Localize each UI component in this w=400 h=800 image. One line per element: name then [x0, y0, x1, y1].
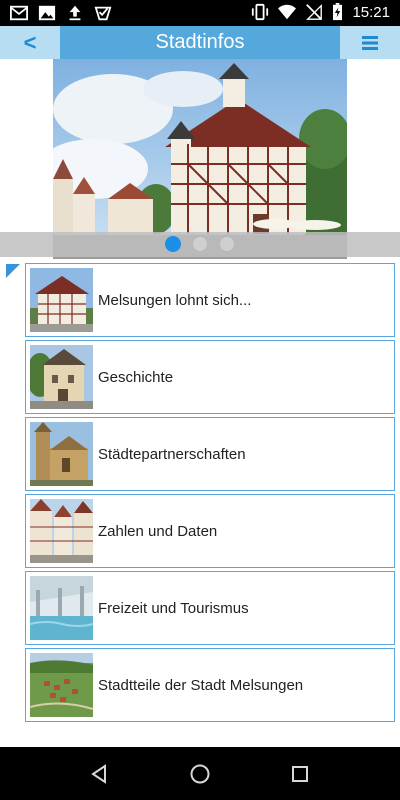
pool-thumbnail — [30, 576, 93, 640]
status-bar: 15:21 — [0, 0, 400, 26]
slider-dot-3[interactable] — [219, 236, 235, 252]
list-item-freizeit-und-tourismus[interactable]: Freizeit und Tourismus — [25, 571, 395, 645]
church-thumbnail — [30, 422, 93, 486]
historic-building-thumbnail — [30, 345, 93, 409]
list-item-geschichte[interactable]: Geschichte — [25, 340, 395, 414]
info-list: Melsungen lohnt sich... Geschichte Städt… — [25, 263, 395, 725]
vibrate-icon — [252, 3, 269, 21]
list-item-label: Stadtteile der Stadt Melsungen — [98, 676, 304, 694]
clock: 15:21 — [352, 3, 390, 21]
corner-marker — [6, 264, 20, 278]
battery-charging-icon — [333, 3, 343, 21]
list-item-label: Geschichte — [98, 368, 174, 386]
image-icon — [38, 5, 56, 21]
gmail-icon — [10, 5, 28, 21]
wifi-icon — [278, 4, 297, 20]
rathaus-thumbnail — [30, 268, 93, 332]
street-thumbnail — [30, 499, 93, 563]
slider-pagination — [165, 236, 235, 252]
hamburger-icon — [362, 35, 378, 50]
list-item-melsungen-lohnt-sich[interactable]: Melsungen lohnt sich... — [25, 263, 395, 337]
back-button[interactable]: < — [0, 26, 60, 59]
list-item-label: Städtepartnerschaften — [98, 445, 246, 463]
image-slider[interactable] — [0, 59, 400, 259]
upload-icon — [69, 5, 81, 21]
home-nav-icon[interactable] — [189, 763, 211, 785]
slider-image-rathaus — [53, 59, 347, 259]
list-item-label: Freizeit und Tourismus — [98, 599, 249, 617]
check-badge-icon — [94, 6, 112, 21]
no-sim-icon — [306, 4, 323, 20]
list-item-staedtepartnerschaften[interactable]: Städtepartnerschaften — [25, 417, 395, 491]
list-item-stadtteile[interactable]: Stadtteile der Stadt Melsungen — [25, 648, 395, 722]
slider-dot-2[interactable] — [192, 236, 208, 252]
slider-dot-1[interactable] — [165, 236, 181, 252]
list-item-zahlen-und-daten[interactable]: Zahlen und Daten — [25, 494, 395, 568]
system-navigation-bar — [0, 747, 400, 800]
recents-nav-icon[interactable] — [289, 763, 311, 785]
page-title: Stadtinfos — [155, 31, 245, 53]
village-thumbnail — [30, 653, 93, 717]
list-item-label: Melsungen lohnt sich... — [98, 291, 252, 309]
menu-button[interactable] — [340, 26, 400, 59]
list-item-label: Zahlen und Daten — [98, 522, 218, 540]
app-header: < Stadtinfos — [0, 26, 400, 59]
back-nav-icon[interactable] — [89, 763, 111, 785]
